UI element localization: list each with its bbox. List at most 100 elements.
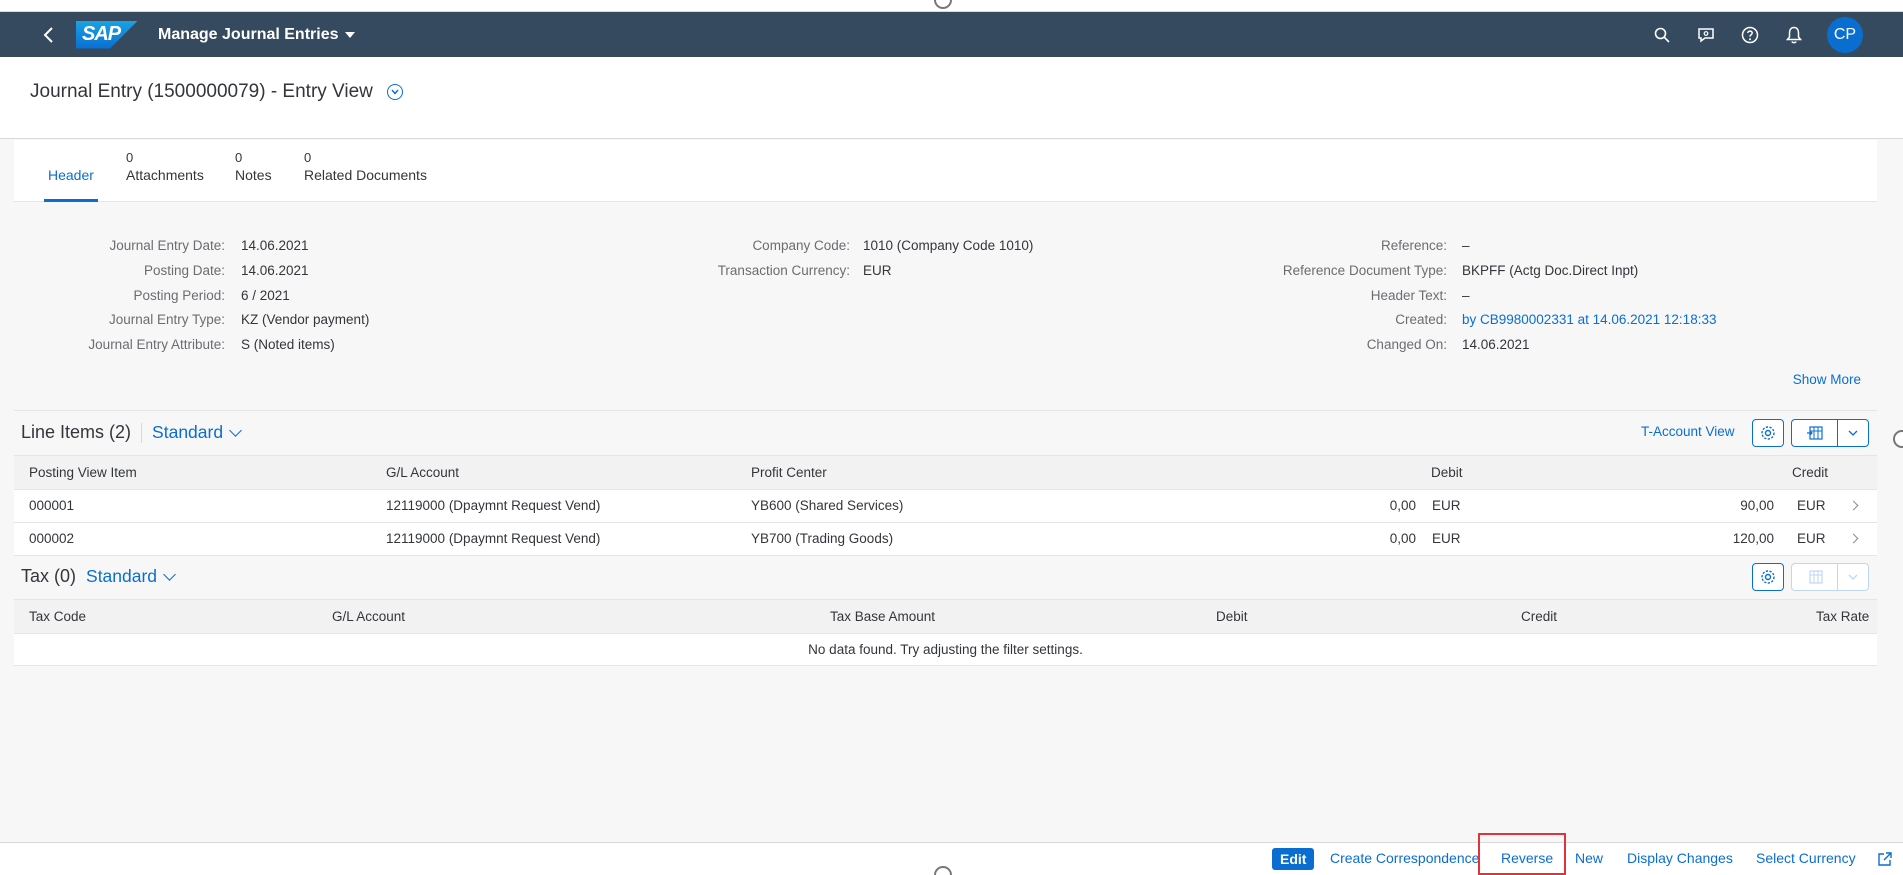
line-items-variant-selector[interactable]: Standard [152,422,242,443]
credit-currency: EUR [1797,531,1826,546]
chevron-down-icon [1848,430,1858,436]
app-title-menu[interactable]: Manage Journal Entries [158,26,355,44]
field-value: 14.06.2021 [241,238,309,253]
chevron-down-icon [163,568,176,581]
field-value: 6 / 2021 [241,288,290,303]
tab-label: Attachments [126,167,204,183]
create-correspondence-button[interactable]: Create Correspondence [1330,850,1479,866]
feedback-button[interactable] [1695,24,1717,46]
app-title: Manage Journal Entries [158,25,339,43]
field-label: Transaction Currency: [717,263,850,278]
search-icon [1654,27,1670,43]
caret-down-icon [344,31,355,38]
variant-label: Standard [152,422,224,442]
field-label: Posting Date: [143,263,225,278]
column-header[interactable]: Tax Rate [1816,609,1869,624]
tax-table-header: Tax Code G/L Account Tax Base Amount Deb… [14,599,1877,634]
field-label: Journal Entry Attribute: [88,337,225,352]
back-icon [43,26,53,43]
user-avatar[interactable]: CP [1827,16,1863,53]
field-label: Reference Document Type: [1282,263,1447,278]
export-button [1792,564,1838,590]
debit-amount: 0,00 [1389,498,1416,513]
show-more-link[interactable]: Show More [1793,372,1861,387]
table-row[interactable]: 000002 12119000 (Dpaymnt Request Vend) Y… [14,523,1877,556]
notifications-button[interactable] [1783,24,1805,46]
avatar-initials: CP [1833,25,1857,43]
column-header[interactable]: Credit [1521,609,1557,624]
tab-notes[interactable]: 0 Notes [235,150,272,183]
feedback-icon [1698,27,1714,42]
tax-title: Tax (0) [21,566,77,586]
column-header[interactable]: Debit [1216,609,1248,624]
column-header[interactable]: Posting View Item [29,465,137,480]
field-value: 14.06.2021 [241,263,309,278]
profit-center-cell: YB600 (Shared Services) [751,498,904,513]
search-button[interactable] [1651,24,1673,46]
tab-attachments[interactable]: 0 Attachments [126,150,204,183]
shell-bar: SAP Manage Journal Entries CP [0,12,1903,57]
field-value: – [1462,238,1470,253]
edit-button[interactable]: Edit [1272,848,1315,870]
column-header[interactable]: G/L Account [332,609,405,624]
column-header[interactable]: Credit [1792,465,1828,480]
display-changes-button[interactable]: Display Changes [1627,850,1733,866]
export-spreadsheet-icon [1808,570,1823,584]
chevron-right-icon[interactable] [1848,500,1859,511]
help-icon [1741,26,1759,43]
column-header[interactable]: Profit Center [751,465,827,480]
posting-view-item-link[interactable]: 000001 [29,498,74,513]
notifications-icon [1786,26,1802,43]
gl-account-link[interactable]: 12119000 (Dpaymnt Request Vend) [386,531,600,546]
gl-account-link[interactable]: 12119000 (Dpaymnt Request Vend) [386,498,600,513]
chevron-right-icon[interactable] [1848,533,1859,544]
tax-table-settings-button[interactable] [1752,563,1784,591]
gear-icon [1761,426,1775,440]
column-header[interactable]: Tax Base Amount [830,609,935,624]
sap-logo[interactable]: SAP [76,20,138,49]
tax-variant-selector[interactable]: Standard [86,566,176,587]
tab-count [48,150,94,167]
tab-header[interactable]: Header [44,150,98,202]
export-menu-button[interactable] [1791,419,1869,447]
posting-view-item-link[interactable]: 000002 [29,531,74,546]
field-label: Journal Entry Type: [108,312,225,327]
page-title: Journal Entry (1500000079) - Entry View [30,81,373,102]
created-by-link[interactable]: by CB9980002331 at 14.06.2021 12:18:33 [1462,312,1716,327]
sap-logo-text: SAP [82,23,121,45]
back-button[interactable] [36,26,62,44]
table-row[interactable]: 000001 12119000 (Dpaymnt Request Vend) Y… [14,490,1877,523]
share-icon[interactable] [1877,851,1893,867]
tax-export-menu-button [1791,563,1869,591]
tab-count: 0 [304,150,312,165]
tab-related-documents[interactable]: 0 Related Documents [304,150,427,183]
tab-count: 0 [126,150,134,165]
line-items-header: Line Items (2) Standard [21,422,242,443]
tab-count: 0 [235,150,243,165]
column-header[interactable]: Tax Code [29,609,86,624]
new-button[interactable]: New [1575,850,1603,866]
field-value: – [1462,288,1470,303]
field-label: Journal Entry Date: [109,238,225,253]
line-items-table-header: Posting View Item G/L Account Profit Cen… [14,455,1877,490]
table-settings-button[interactable] [1752,419,1784,447]
column-header[interactable]: Debit [1431,465,1463,480]
help-button[interactable] [1739,24,1761,46]
column-header[interactable]: G/L Account [386,465,459,480]
resize-handle-right[interactable] [1893,430,1903,448]
select-currency-button[interactable]: Select Currency [1756,850,1856,866]
debit-currency: EUR [1432,531,1461,546]
reverse-button[interactable]: Reverse [1501,850,1553,866]
field-value: BKPFF (Actg Doc.Direct Inpt) [1462,263,1639,278]
export-dropdown[interactable] [1838,430,1868,436]
tax-header: Tax (0) Standard [21,566,176,587]
export-button[interactable] [1792,420,1838,446]
no-data-message: No data found. Try adjusting the filter … [14,634,1877,666]
field-label: Header Text: [1370,288,1447,303]
expand-header-button[interactable] [386,84,403,100]
t-account-view-link[interactable]: T-Account View [1641,424,1735,439]
credit-amount: 90,00 [1740,498,1774,513]
export-dropdown [1838,574,1868,580]
debit-amount: 0,00 [1389,531,1416,546]
tab-label: Notes [235,167,272,183]
